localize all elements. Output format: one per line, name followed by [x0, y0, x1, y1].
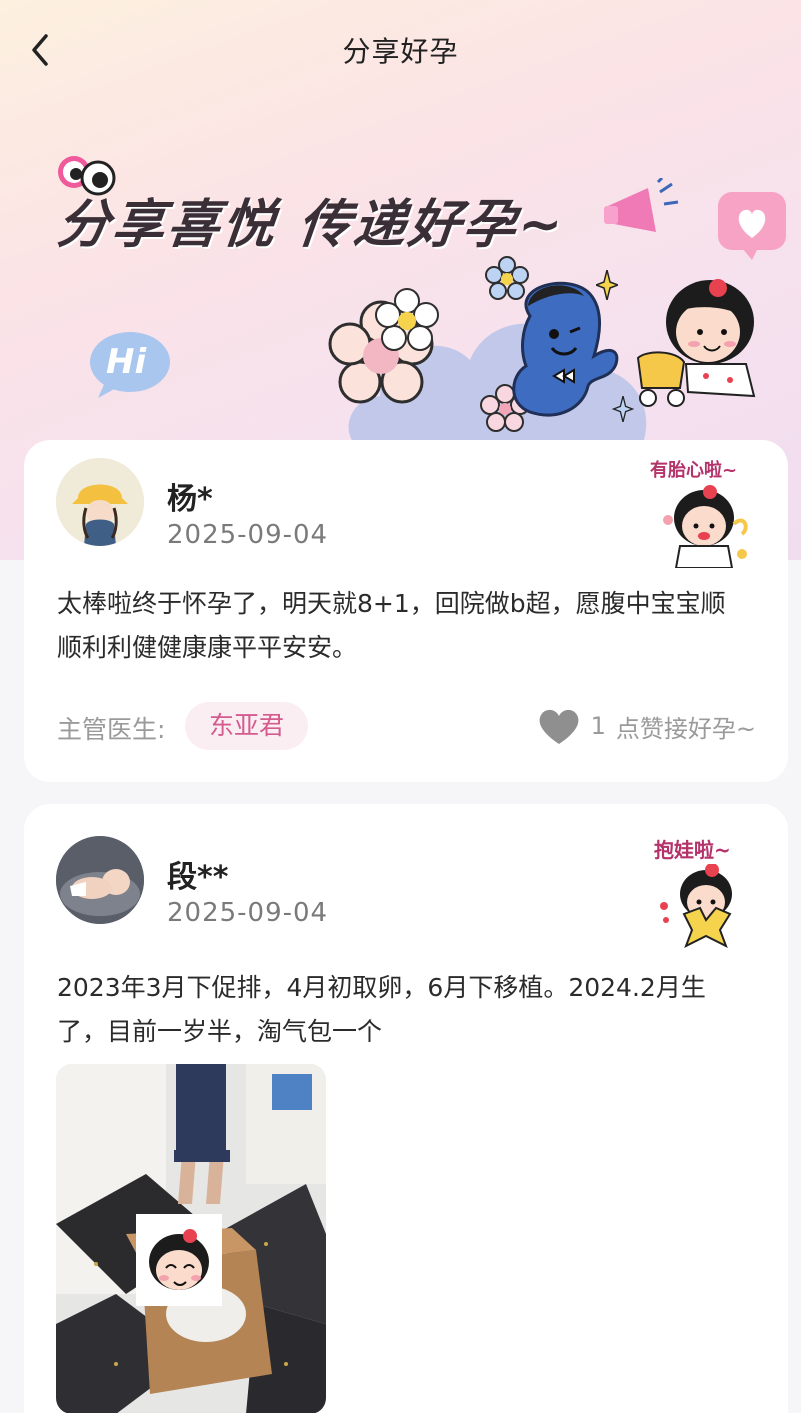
page-title: 分享好孕 — [342, 35, 459, 68]
heart-bubble-icon — [718, 192, 786, 260]
heart-icon — [539, 709, 579, 744]
avatar[interactable] — [56, 458, 144, 546]
user-name: 杨* — [167, 482, 213, 517]
doctor-label: 主管医生: — [57, 715, 166, 744]
post-card[interactable]: 段** 2025-09-04 抱娃啦~ 2023年3月下促排，4月初取卵，6月下… — [24, 804, 788, 1413]
girl-stroller-illustration — [636, 279, 756, 407]
top-navigation-bar: 分享好孕 — [0, 0, 801, 100]
doctor-name-tag[interactable]: 东亚君 — [185, 702, 309, 750]
sparkle-icon — [596, 270, 618, 300]
avatar[interactable] — [56, 836, 144, 924]
hi-text: Hi — [106, 342, 147, 382]
baby-born-sticker: 抱娃啦~ — [650, 834, 760, 948]
post-photo[interactable] — [56, 1064, 326, 1413]
post-card[interactable]: 杨* 2025-09-04 有胎心啦~ 太棒啦终于怀孕了，明天就8+1，回院做b… — [24, 440, 788, 782]
sparkle-icon — [612, 396, 634, 422]
user-name: 段** — [167, 860, 229, 895]
hi-bubble: Hi — [86, 328, 172, 402]
like-count: 1 — [590, 712, 606, 740]
megaphone-icon — [604, 178, 679, 232]
post-content: 2023年3月下促排，4月初取卵，6月下移植。2024.2月生了，目前一岁半，淘… — [57, 973, 706, 1046]
heartbeat-sticker: 有胎心啦~ — [650, 456, 760, 568]
post-date: 2025-09-04 — [167, 520, 329, 550]
sticker-text: 有胎心啦~ — [650, 460, 738, 481]
like-text: 点赞接好孕~ — [615, 714, 756, 743]
like-button[interactable]: 1 点赞接好孕~ — [537, 706, 756, 746]
flower-icon — [375, 288, 439, 351]
banner-slogan: 分享喜悦 传递好孕~ — [54, 195, 569, 255]
sticker-text: 抱娃啦~ — [654, 838, 731, 862]
post-date: 2025-09-04 — [167, 898, 329, 928]
post-content: 太棒啦终于怀孕了，明天就8+1，回院做b超，愿腹中宝宝顺顺利利健健康康平平安安。 — [57, 589, 726, 662]
